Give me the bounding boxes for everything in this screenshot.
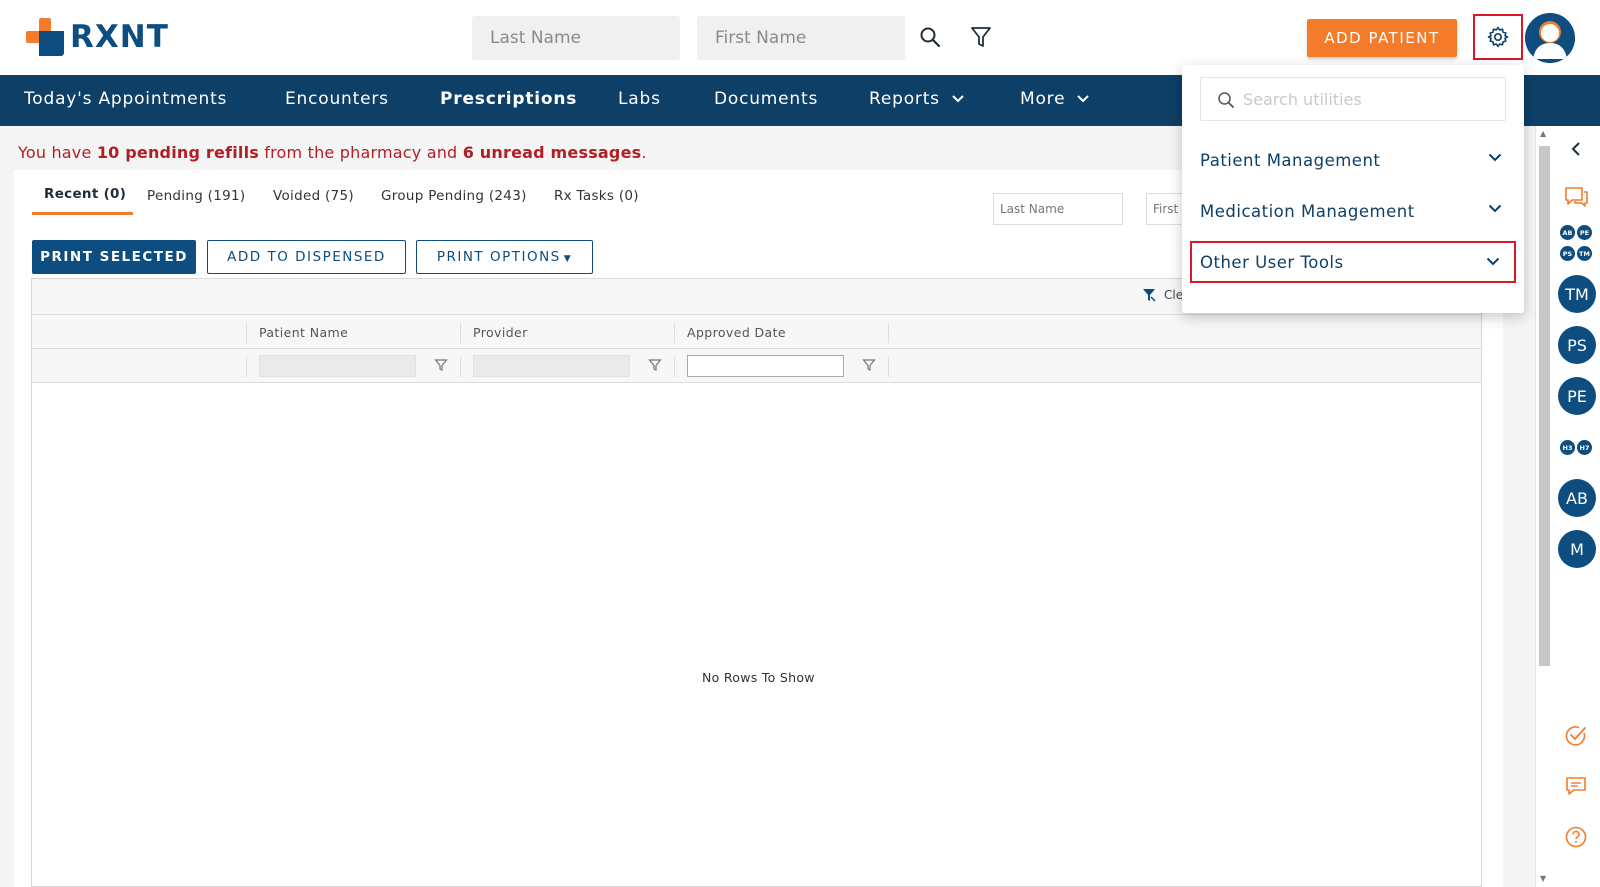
utilities-search [1200,77,1506,121]
add-patient-button[interactable]: ADD PATIENT [1307,19,1457,57]
collapse-chevron-icon[interactable] [1562,135,1590,163]
header-first-name-input[interactable] [697,16,905,60]
chat-avatar[interactable]: TM [1558,275,1596,313]
pending-alert: You have 10 pending refills from the pha… [18,143,647,162]
prescriptions-grid: Cle Patient Name Provider Approved Date … [31,278,1482,887]
help-icon[interactable] [1562,823,1590,851]
column-patient-name[interactable]: Patient Name [259,325,348,340]
chevron-down-icon [1488,204,1502,213]
mini-avatar[interactable]: AB [1560,225,1575,240]
caret-down-icon: ▼ [563,254,573,264]
filter-first-name-input[interactable] [1146,193,1186,225]
grid-header-row: Patient Name Provider Approved Date [32,315,1481,349]
pending-refills-link[interactable]: 10 pending refills [97,143,259,162]
utility-other-user-tools[interactable]: Other User Tools [1190,241,1516,283]
active-tab-indicator [32,212,133,215]
logo-cross-icon [26,18,64,56]
filter-icon[interactable] [862,358,876,372]
unread-messages-link[interactable]: 6 unread messages [463,143,642,162]
approved-date-filter-input[interactable] [687,355,844,377]
print-options-button[interactable]: PRINT OPTIONS ▼ [416,240,593,274]
mini-avatar[interactable]: PE [1577,225,1592,240]
messages-icon[interactable] [1562,772,1590,800]
chevron-down-icon [1488,153,1502,162]
search-utilities-input[interactable] [1243,87,1493,111]
utilities-dropdown: Patient Management Medication Management… [1182,65,1524,313]
chat-avatar[interactable]: PE [1558,377,1596,415]
chevron-down-icon [1077,95,1090,103]
logo-text: RXNT [70,19,169,55]
tab-voided[interactable]: Voided (75) [273,188,354,204]
tab-rx-tasks[interactable]: Rx Tasks (0) [554,188,639,204]
nav-reports[interactable]: Reports [869,89,964,109]
mini-avatar[interactable]: PS [1560,246,1575,261]
nav-todays-appointments[interactable]: Today's Appointments [24,89,227,109]
filter-icon[interactable] [648,358,662,372]
patient-name-filter-input[interactable] [259,355,416,377]
provider-filter-input[interactable] [473,355,630,377]
chat-avatar[interactable]: PS [1558,326,1596,364]
search-icon[interactable] [917,24,943,50]
add-to-dispensed-button[interactable]: ADD TO DISPENSED [207,240,406,274]
tab-recent[interactable]: Recent (0) [44,186,126,202]
rxnt-logo[interactable]: RXNT [26,18,169,56]
clear-filters-button[interactable]: Cle [1142,288,1183,302]
nav-encounters[interactable]: Encounters [285,89,389,109]
utility-patient-management[interactable]: Patient Management [1190,139,1516,181]
utility-medication-management[interactable]: Medication Management [1190,190,1516,232]
scroll-down-icon[interactable]: ▼ [1540,874,1546,883]
filter-icon[interactable] [434,358,448,372]
nav-prescriptions[interactable]: Prescriptions [440,89,577,109]
chat-avatar[interactable]: AB [1558,479,1596,517]
chevron-down-icon [1486,257,1500,266]
search-icon [1218,92,1234,108]
grid-filter-row [32,349,1481,383]
nav-documents[interactable]: Documents [714,89,818,109]
print-selected-button[interactable]: PRINT SELECTED [32,240,196,274]
filter-icon[interactable] [968,24,994,50]
mini-avatar[interactable]: H7 [1577,440,1592,455]
user-avatar[interactable] [1525,13,1575,63]
chevron-down-icon [952,95,964,103]
right-rail: AB PE PS TM TM PS PE H3 H7 AB M [1552,126,1600,887]
column-provider[interactable]: Provider [473,325,528,340]
column-approved-date[interactable]: Approved Date [687,325,786,340]
chat-icon[interactable] [1562,183,1590,211]
clear-filter-icon [1143,289,1156,302]
nav-more[interactable]: More [1020,89,1090,109]
nav-labs[interactable]: Labs [618,89,661,109]
settings-button[interactable] [1473,14,1523,60]
scroll-up-icon[interactable]: ▲ [1540,129,1546,138]
scroll-thumb[interactable] [1539,146,1550,666]
gear-icon [1487,26,1509,48]
empty-grid-message: No Rows To Show [702,670,815,685]
header-last-name-input[interactable] [472,16,680,60]
tasks-check-icon[interactable] [1562,722,1590,750]
chat-avatar[interactable]: M [1558,530,1596,568]
filter-last-name-input[interactable] [993,193,1123,225]
tab-pending[interactable]: Pending (191) [147,188,245,204]
tab-group-pending[interactable]: Group Pending (243) [381,188,527,204]
mini-avatar[interactable]: TM [1577,246,1592,261]
page-scrollbar[interactable]: ▲ ▼ [1535,126,1552,887]
mini-avatar[interactable]: H3 [1560,440,1575,455]
app-header: RXNT ADD PATIENT [0,0,1600,75]
